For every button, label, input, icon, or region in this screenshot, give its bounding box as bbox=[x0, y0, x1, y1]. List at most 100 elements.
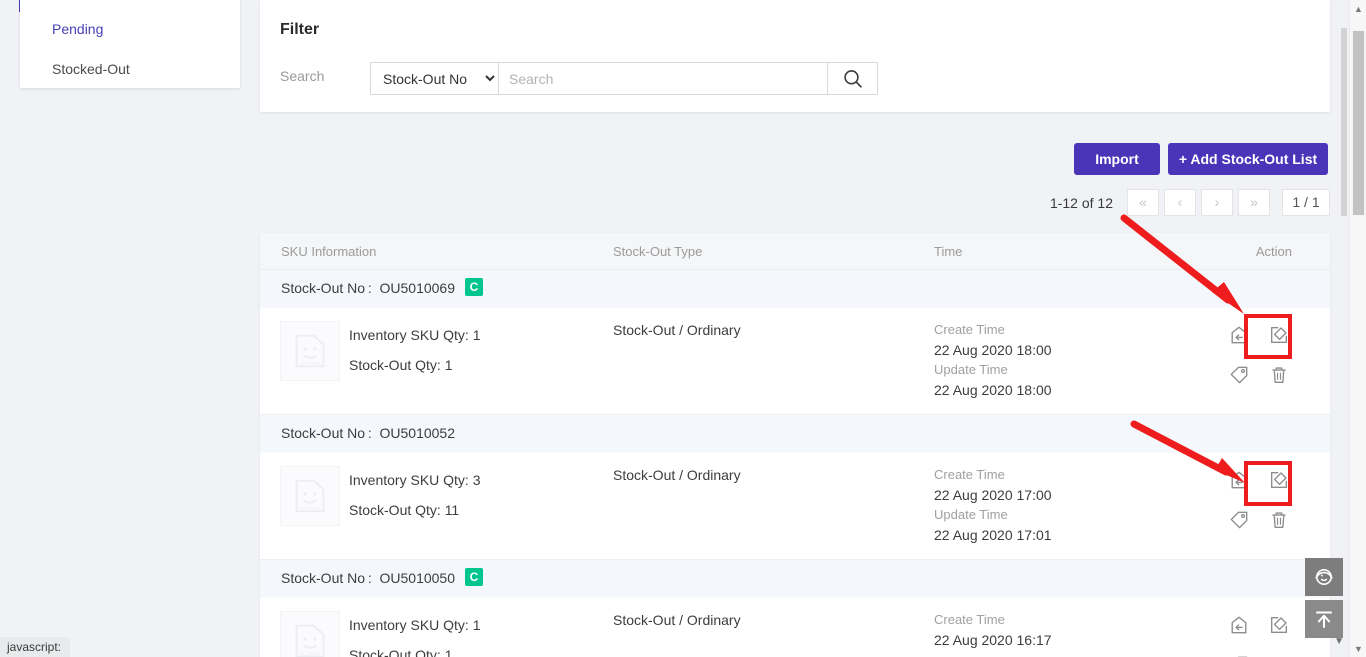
row-body: No Image Inventory SKU Qty: 3 Stock-Out Qt… bbox=[260, 453, 1330, 559]
create-time-value: 22 Aug 2020 16:17 bbox=[934, 632, 1052, 648]
status-badge: C bbox=[465, 568, 484, 586]
sku-information-cell: Inventory SKU Qty: 1 Stock-Out Qty: 1 bbox=[349, 320, 481, 380]
page-root: Pending Stocked-Out Filter Search Stock-… bbox=[0, 0, 1366, 657]
search-group: Stock-Out No bbox=[370, 62, 878, 95]
search-icon bbox=[843, 69, 862, 88]
stock-out-no: Stock-Out No : OU5010052 bbox=[281, 425, 456, 441]
sidebar-item-pending[interactable]: Pending bbox=[52, 18, 232, 40]
browser-scrollbar[interactable]: ▲ ▼ bbox=[1349, 0, 1366, 657]
tag-button[interactable] bbox=[1228, 364, 1250, 386]
column-header-action: Action bbox=[1255, 244, 1292, 259]
search-button[interactable] bbox=[827, 63, 877, 94]
filter-title: Filter bbox=[280, 21, 320, 38]
time-cell: Create Time 22 Aug 2020 17:00 Update Time 2… bbox=[934, 465, 1184, 545]
pagination: 1-12 of 12 « ‹ › » 1 / 1 bbox=[1050, 189, 1330, 216]
stock-out-no: Stock-Out No : OU5010050 C bbox=[281, 568, 484, 588]
pagination-range: 1-12 of 12 bbox=[1049, 194, 1113, 211]
column-header-sku-information: SKU Information bbox=[281, 244, 377, 259]
create-time-label: Create Time bbox=[934, 612, 1005, 627]
edit-button[interactable] bbox=[1268, 614, 1290, 636]
svg-text:No Image: No Image bbox=[300, 650, 321, 656]
update-time-label: Update Time bbox=[934, 507, 1008, 522]
row-body: No Image Inventory SKU Qty: 1 Stock-Out Qt… bbox=[260, 308, 1330, 414]
no-image-placeholder-icon: No Image bbox=[295, 479, 325, 513]
search-label: Search bbox=[280, 68, 325, 84]
inventory-sku-qty: Inventory SKU Qty: 1 bbox=[349, 617, 481, 633]
create-time-label: Create Time bbox=[934, 467, 1005, 482]
status-badge: C bbox=[465, 278, 484, 296]
scrollbar-up-arrow-icon[interactable]: ▲ bbox=[1350, 0, 1366, 17]
stock-out-type-cell: Stock-Out / Ordinary bbox=[613, 612, 741, 628]
time-cell: Create Time 22 Aug 2020 18:00 Update Time 2… bbox=[934, 320, 1184, 400]
scroll-to-top-button[interactable] bbox=[1305, 600, 1343, 638]
update-time-value: 22 Aug 2020 18:00 bbox=[934, 382, 1052, 398]
add-stock-out-list-button[interactable]: + Add Stock-Out List bbox=[1168, 143, 1328, 175]
import-button[interactable]: Import bbox=[1074, 143, 1160, 175]
pagination-prev-button[interactable]: ‹ bbox=[1164, 189, 1196, 216]
tag-button[interactable] bbox=[1228, 509, 1250, 531]
search-field-select[interactable]: Stock-Out No bbox=[371, 63, 499, 94]
delete-button[interactable] bbox=[1268, 509, 1290, 531]
row-header: Stock-Out No : OU5010050 C bbox=[260, 560, 1330, 598]
scrollbar-thumb[interactable] bbox=[1352, 30, 1365, 216]
scroll-to-top-icon bbox=[1316, 611, 1332, 628]
pagination-first-button[interactable]: « bbox=[1127, 189, 1159, 216]
stock-out-table: SKU Information Stock-Out Type Time Acti… bbox=[260, 233, 1330, 657]
sku-thumbnail: No Image bbox=[280, 466, 340, 526]
sku-information-cell: Inventory SKU Qty: 1 Stock-Out Qty: 1 bbox=[349, 610, 481, 657]
sidebar-item-stocked-out[interactable]: Stocked-Out bbox=[52, 58, 232, 80]
pagination-page-indicator: 1 / 1 bbox=[1282, 189, 1330, 216]
sidebar: Pending Stocked-Out bbox=[20, 0, 240, 88]
filter-panel: Filter Search Stock-Out No bbox=[260, 0, 1330, 112]
create-time-value: 22 Aug 2020 18:00 bbox=[934, 342, 1052, 358]
time-cell: Create Time 22 Aug 2020 16:17 bbox=[934, 610, 1184, 650]
no-image-placeholder-icon: No Image bbox=[295, 624, 325, 657]
return-stock-button[interactable] bbox=[1228, 324, 1250, 346]
search-input[interactable] bbox=[499, 63, 827, 94]
inner-scrollbar-thumb[interactable] bbox=[1341, 28, 1347, 216]
stock-out-qty: Stock-Out Qty: 1 bbox=[349, 647, 453, 657]
scrollbar-down-arrow-icon[interactable]: ▼ bbox=[1350, 640, 1366, 657]
stock-out-type-cell: Stock-Out / Ordinary bbox=[613, 467, 741, 483]
row-body: No Image Inventory SKU Qty: 1 Stock-Out Qt… bbox=[260, 598, 1330, 657]
inventory-sku-qty: Inventory SKU Qty: 3 bbox=[349, 472, 481, 488]
inner-scrollbar[interactable] bbox=[1340, 0, 1348, 657]
pagination-next-button[interactable]: › bbox=[1201, 189, 1233, 216]
svg-text:No Image: No Image bbox=[300, 505, 321, 511]
delete-button[interactable] bbox=[1268, 364, 1290, 386]
inventory-sku-qty: Inventory SKU Qty: 1 bbox=[349, 327, 481, 343]
pagination-last-button[interactable]: » bbox=[1238, 189, 1270, 216]
return-stock-button[interactable] bbox=[1228, 469, 1250, 491]
action-cell bbox=[1228, 608, 1294, 657]
create-time-value: 22 Aug 2020 17:00 bbox=[934, 487, 1052, 503]
update-time-value: 22 Aug 2020 17:01 bbox=[934, 527, 1052, 543]
update-time-label: Update Time bbox=[934, 362, 1008, 377]
stock-out-qty: Stock-Out Qty: 11 bbox=[349, 502, 460, 518]
return-stock-button[interactable] bbox=[1228, 614, 1250, 636]
browser-status-bar: javascript: bbox=[0, 637, 71, 657]
stock-out-qty: Stock-Out Qty: 1 bbox=[349, 357, 453, 373]
sku-thumbnail: No Image bbox=[280, 611, 340, 657]
row-header: Stock-Out No : OU5010069 C bbox=[260, 270, 1330, 308]
column-header-time: Time bbox=[934, 244, 963, 259]
stock-out-type-cell: Stock-Out / Ordinary bbox=[613, 322, 741, 338]
stock-out-no: Stock-Out No : OU5010069 C bbox=[281, 278, 484, 298]
headset-support-icon bbox=[1315, 569, 1333, 585]
sku-thumbnail: No Image bbox=[280, 321, 340, 381]
sku-information-cell: Inventory SKU Qty: 3 Stock-Out Qty: 11 bbox=[349, 465, 481, 525]
table-row: Stock-Out No : OU5010050 C No Image Invento… bbox=[260, 560, 1330, 657]
edit-button[interactable] bbox=[1268, 469, 1290, 491]
row-header: Stock-Out No : OU5010052 bbox=[260, 415, 1330, 453]
sidebar-item-label: Pending bbox=[52, 21, 104, 37]
edit-button[interactable] bbox=[1268, 324, 1290, 346]
sidebar-item-label: Stocked-Out bbox=[52, 61, 130, 77]
table-row: Stock-Out No : OU5010052 No Image Inventor… bbox=[260, 415, 1330, 560]
table-header-row: SKU Information Stock-Out Type Time Acti… bbox=[260, 233, 1330, 270]
table-row: Stock-Out No : OU5010069 C No Image Invento… bbox=[260, 270, 1330, 415]
support-chat-button[interactable] bbox=[1305, 558, 1343, 596]
svg-text:No Image: No Image bbox=[300, 360, 321, 366]
create-time-label: Create Time bbox=[934, 322, 1005, 337]
action-cell bbox=[1228, 318, 1294, 396]
no-image-placeholder-icon: No Image bbox=[295, 334, 325, 368]
action-cell bbox=[1228, 463, 1294, 541]
